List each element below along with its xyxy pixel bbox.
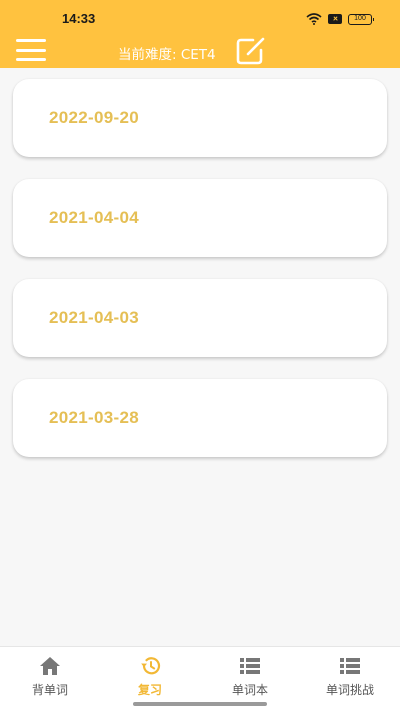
menu-bar bbox=[16, 48, 46, 52]
review-date-card[interactable]: 2021-04-04 bbox=[13, 179, 387, 257]
review-date-list: 2022-09-20 2021-04-04 2021-04-03 2021-03… bbox=[13, 79, 387, 479]
battery-icon: 100 bbox=[348, 13, 374, 25]
history-icon bbox=[141, 657, 161, 675]
review-date: 2022-09-20 bbox=[49, 108, 139, 127]
home-indicator[interactable] bbox=[133, 702, 267, 706]
review-date: 2021-04-03 bbox=[49, 308, 139, 327]
review-date-card[interactable]: 2022-09-20 bbox=[13, 79, 387, 157]
tab-label: 单词挑战 bbox=[325, 683, 374, 697]
edit-icon[interactable] bbox=[236, 37, 266, 65]
tab-label: 单词本 bbox=[231, 683, 268, 697]
review-date: 2021-04-04 bbox=[49, 208, 139, 227]
review-date-card[interactable]: 2021-03-28 bbox=[13, 379, 387, 457]
status-icons: 100 bbox=[306, 12, 374, 26]
toolbar: 当前难度: CET4 bbox=[0, 34, 400, 68]
tab-label: 复习 bbox=[137, 683, 162, 697]
home-icon bbox=[40, 657, 60, 675]
review-date: 2021-03-28 bbox=[49, 408, 139, 427]
menu-bar bbox=[16, 39, 46, 42]
tab-memorize[interactable]: 背单词 bbox=[0, 647, 100, 711]
difficulty-label: 当前难度: CET4 bbox=[118, 47, 216, 63]
status-time: 14:33 bbox=[62, 11, 96, 26]
review-date-card[interactable]: 2021-04-03 bbox=[13, 279, 387, 357]
status-bar: 14:33 100 bbox=[0, 0, 400, 34]
no-sim-icon bbox=[328, 14, 342, 24]
list-icon bbox=[340, 658, 360, 674]
tab-word-challenge[interactable]: 单词挑战 bbox=[300, 647, 400, 711]
tab-label: 背单词 bbox=[31, 683, 68, 697]
app-root: 14:33 100 当前难度: CET4 2022-09-20 2021-04-… bbox=[0, 0, 400, 711]
header: 14:33 100 当前难度: CET4 bbox=[0, 0, 400, 68]
wifi-icon bbox=[306, 13, 322, 25]
list-icon bbox=[240, 658, 260, 674]
menu-icon[interactable] bbox=[16, 39, 46, 61]
menu-bar bbox=[16, 58, 46, 61]
